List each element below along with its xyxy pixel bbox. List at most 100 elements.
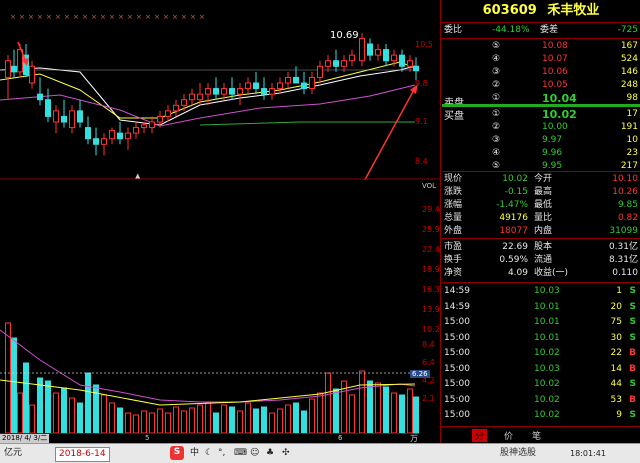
price-axis: 10.5 9.8 9.1 8.4 <box>410 0 440 180</box>
trade-time: 15:00 <box>444 317 470 327</box>
stock-code: 603609 <box>482 3 537 18</box>
quote-row: 现价 10.02 今开 10.10 <box>442 173 640 186</box>
trade-time: 15:00 <box>444 410 470 420</box>
svg-text:×: × <box>136 13 142 21</box>
order-price: 10.00 <box>542 122 568 132</box>
weibi-row: 委比 -44.18% 委差 -725 <box>444 25 638 35</box>
trade-volume: 75 <box>610 317 622 327</box>
order-volume: 248 <box>620 80 638 90</box>
date-cursor-label: 2018/ 4/ 3/二 <box>0 434 50 443</box>
tab-jia[interactable]: 价 <box>504 429 513 442</box>
user-icon[interactable]: ☺ <box>250 447 259 460</box>
quote-value: 10.02 <box>502 174 528 184</box>
clock: 18:01:41 <box>570 449 606 458</box>
sell-order-row: ⑤ 10.08 167 <box>442 40 640 53</box>
quote-value: 31099 <box>609 226 638 236</box>
stat-label: 换手 <box>444 255 463 265</box>
trade-row: 15:00 10.03 14 B <box>442 363 640 376</box>
stat-label: 市盈 <box>444 242 463 252</box>
stat-label: 流通 <box>534 255 553 265</box>
trade-side: S <box>629 410 636 420</box>
volume-axis: 29.4 25.9 22.4 18.9 16.3 13.9 10.2 8.4 6… <box>410 180 440 443</box>
trade-side: S <box>629 286 636 296</box>
vol-tick: 13.9 <box>422 305 440 314</box>
trade-row: 15:00 10.01 75 S <box>442 316 640 329</box>
vol-tick: 22.4 <box>422 245 440 254</box>
svg-text:×: × <box>199 13 205 21</box>
watermark-text: 股神选股 <box>500 448 537 458</box>
quote-label: 总量 <box>444 213 463 223</box>
sogou-icon[interactable]: S <box>170 446 184 460</box>
svg-text:×: × <box>73 13 79 21</box>
trade-side: S <box>629 317 636 327</box>
trade-volume: 20 <box>610 301 622 312</box>
quote-row: 涨幅 -1.47% 最低 9.85 <box>442 199 640 212</box>
ime-indicator[interactable]: 中 <box>190 447 199 460</box>
svg-text:×: × <box>154 13 160 21</box>
trade-price: 10.02 <box>534 394 560 405</box>
trade-time: 15:00 <box>444 348 470 358</box>
svg-text:×: × <box>100 13 106 21</box>
spread-bar <box>442 104 640 107</box>
svg-text:×: × <box>181 13 187 21</box>
tab-bi[interactable]: 笔 <box>532 429 541 442</box>
trade-time: 15:00 <box>444 332 470 343</box>
vol-tick: 25.9 <box>422 225 440 234</box>
trade-volume: 1 <box>616 286 622 296</box>
bottom-date[interactable]: 2018-6-14 <box>55 447 110 462</box>
order-volume: 10 <box>626 135 638 145</box>
trade-price: 10.02 <box>534 348 560 358</box>
trade-side: S <box>629 379 636 389</box>
axis-month-mark: 6 <box>338 434 343 442</box>
order-price: 10.07 <box>542 54 568 64</box>
stat-value: 22.69 <box>502 242 528 252</box>
level-index: ⑤ <box>492 41 501 51</box>
trade-side: B <box>629 394 636 405</box>
quote-label: 量比 <box>534 213 553 223</box>
svg-text:×: × <box>28 13 34 21</box>
trade-row: 15:00 10.02 22 B <box>442 347 640 360</box>
quote-label: 最低 <box>534 200 553 210</box>
buy-order-row: ④ 9.96 23 <box>442 147 640 160</box>
svg-text:×: × <box>91 13 97 21</box>
quote-value: -0.15 <box>504 187 528 197</box>
svg-text:×: × <box>82 13 88 21</box>
trade-volume: 22 <box>610 348 622 358</box>
tab-fen[interactable]: 分 <box>472 429 488 442</box>
stat-label: 收益(一) <box>534 268 569 278</box>
quote-row: 涨跌 -0.15 最高 10.26 <box>442 186 640 199</box>
order-price: 10.08 <box>542 41 568 51</box>
svg-text:×: × <box>19 13 25 21</box>
trade-side: B <box>629 363 636 374</box>
trade-side: S <box>629 332 636 343</box>
punct-icon[interactable]: °, <box>218 447 225 460</box>
stat-value: 0.31亿 <box>608 242 638 252</box>
stat-value: 8.31亿 <box>608 255 638 265</box>
moon-icon[interactable]: ☾ <box>205 447 213 460</box>
trade-price: 10.01 <box>534 332 560 343</box>
quote-label: 内盘 <box>534 226 553 236</box>
keyboard-icon[interactable]: ⌨ <box>234 447 247 460</box>
buy-order-row: ② 10.00 191 <box>442 121 640 134</box>
shirt-icon[interactable]: ♣ <box>266 447 274 460</box>
quote-value: 10.26 <box>612 187 638 197</box>
price-chart[interactable]: × × × × × × × × × × × × × × × × × × × × × ×▲ <box>0 0 440 180</box>
order-price: 9.96 <box>542 148 563 158</box>
taskbar: 亿元 2018-6-14 S 中 ☾ °, ⌨ ☺ ♣ ✣ 股神选股 18:01… <box>0 443 640 463</box>
vol-current-value: 6.26 <box>410 370 430 378</box>
quote-label: 涨跌 <box>444 187 463 197</box>
chart-area[interactable]: × × × × × × × × × × × × × × × × × × × × × × ▲ 10.69 10.5 9.8 9… <box>0 0 441 443</box>
quote-label: 今开 <box>534 174 553 184</box>
svg-text:×: × <box>127 13 133 21</box>
quote-value: 10.10 <box>612 174 638 184</box>
trade-price: 10.01 <box>534 317 560 327</box>
tools-icon[interactable]: ✣ <box>282 447 290 460</box>
trade-volume: 53 <box>610 394 622 405</box>
svg-text:×: × <box>172 13 178 21</box>
trade-time: 15:00 <box>444 379 470 389</box>
vol-tick: 8.4 <box>422 340 435 349</box>
peak-label: 10.69 <box>330 30 359 41</box>
price-tick: 9.8 <box>415 79 428 88</box>
volume-chart[interactable] <box>0 180 440 443</box>
order-price: 10.06 <box>542 67 568 77</box>
